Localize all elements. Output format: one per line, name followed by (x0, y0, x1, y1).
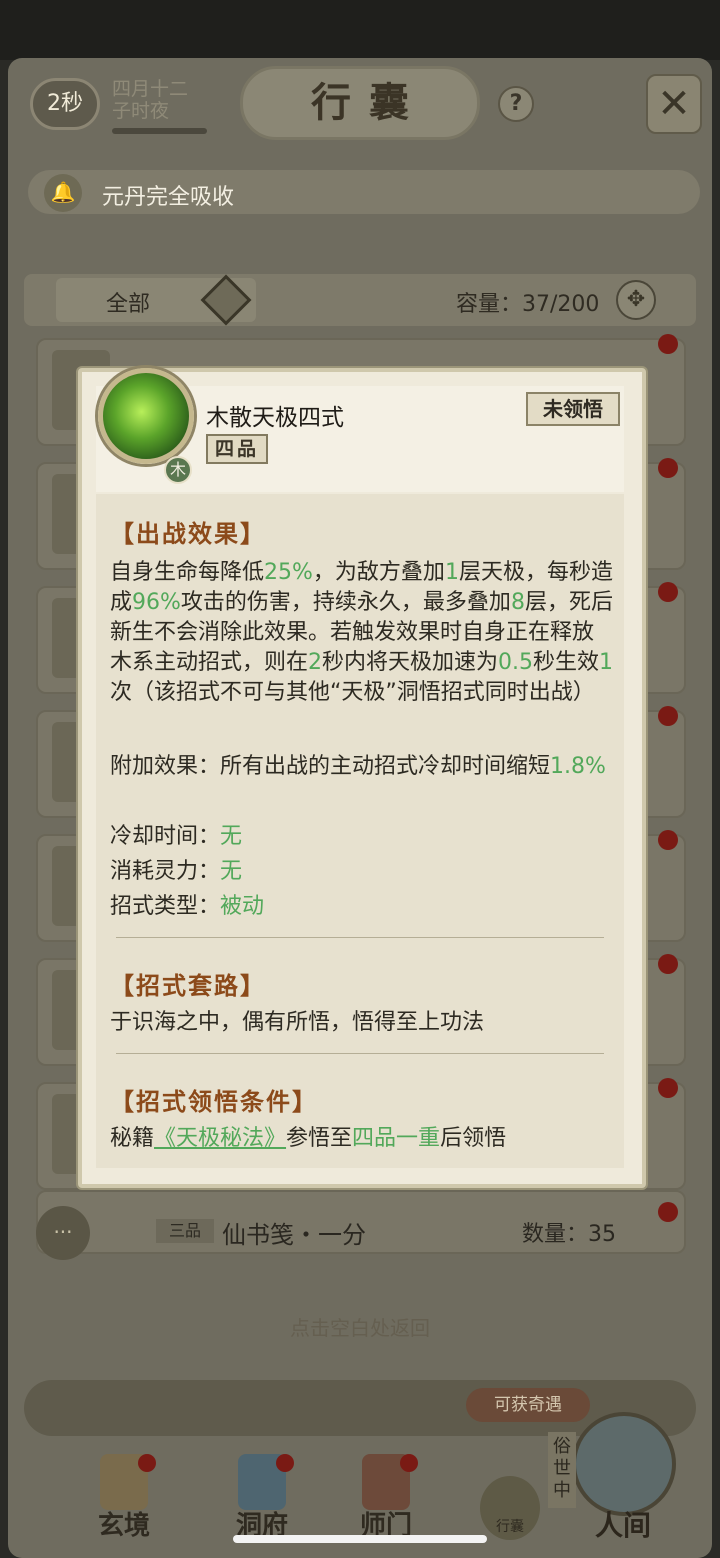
routine-title: 【招式套路】 (110, 971, 266, 1000)
chat-icon[interactable]: ··· (36, 1206, 90, 1260)
nav-shimen[interactable]: 师门 (336, 1446, 436, 1546)
type-row: 招式类型：被动 (110, 894, 265, 919)
grade-badge: 四品 (206, 434, 268, 464)
secret-book-link[interactable]: 《天极秘法》 (154, 1126, 286, 1151)
notification-dot (658, 954, 678, 974)
routine-text: 于识海之中，偶有所悟，悟得至上功法 (110, 1010, 485, 1035)
skill-icon (98, 368, 194, 464)
game-date: 四月十二 子时夜 (112, 78, 222, 122)
condition-text: 秘籍《天极秘法》参悟至四品一重后领悟 (110, 1126, 507, 1151)
notification-dot (138, 1454, 156, 1472)
element-badge: 木 (164, 456, 192, 484)
capacity-text: 容量：37/200 (456, 292, 600, 317)
item-quantity: 数量：35 (522, 1222, 616, 1247)
notification-dot (658, 1078, 678, 1098)
cost-row: 消耗灵力：无 (110, 859, 243, 884)
world-label: 人间 (594, 1509, 651, 1542)
notification-dot (658, 458, 678, 478)
banner-text: 元丹完全吸收 (102, 185, 235, 210)
home-indicator[interactable] (233, 1535, 487, 1543)
item-name: 仙书笺・一分 (222, 1221, 366, 1249)
notification-dot (658, 706, 678, 726)
notification-dot (276, 1454, 294, 1472)
condition-title: 【招式领悟条件】 (110, 1087, 318, 1116)
battle-effect-title: 【出战效果】 (110, 519, 266, 548)
nav-xuanjing[interactable]: 玄境 (74, 1446, 174, 1546)
help-button[interactable]: ? (498, 86, 534, 122)
date-line-2: 子时夜 (112, 100, 170, 122)
status-badge: 未领悟 (526, 392, 620, 426)
notification-dot (658, 1202, 678, 1222)
notification-dot (658, 334, 678, 354)
cooldown-row: 冷却时间：无 (110, 824, 243, 849)
bag-label: 行囊 (496, 1519, 524, 1535)
notification-dot (658, 830, 678, 850)
divider (116, 1053, 604, 1054)
time-progress-bar (112, 128, 207, 134)
skill-name: 木散天极四式 (206, 405, 344, 431)
notification-dot (400, 1454, 418, 1472)
page-title: 行囊 (311, 79, 427, 126)
status-bar-area (0, 0, 720, 60)
world-map-icon[interactable] (572, 1412, 676, 1516)
close-button[interactable]: ✕ (646, 74, 702, 134)
nav-dongfu[interactable]: 洞府 (212, 1446, 312, 1546)
battle-effect-text: 自身生命每降低25%，为敌方叠加1层天极，每秒造成96%攻击的伤害，持续永久，最… (110, 560, 614, 705)
bell-icon: 🔔 (44, 174, 82, 212)
expand-capacity-icon[interactable]: ✥ (616, 280, 656, 320)
extra-effect-text: 附加效果：所有出战的主动招式冷却时间缩短1.8% (110, 754, 606, 779)
timer-badge: 2秒 (30, 78, 100, 130)
category-label: 全部 (106, 292, 151, 317)
notification-dot (658, 582, 678, 602)
item-grade-badge: 三品 (156, 1219, 214, 1243)
divider (116, 937, 604, 938)
encounter-badge[interactable]: 可获奇遇 (466, 1388, 590, 1422)
tap-to-return-hint[interactable]: 点击空白处返回 (0, 1312, 720, 1341)
date-line-1: 四月十二 (112, 78, 189, 100)
world-side-tab[interactable]: 俗世中 (548, 1432, 576, 1508)
nav-label: 玄境 (97, 1511, 150, 1541)
